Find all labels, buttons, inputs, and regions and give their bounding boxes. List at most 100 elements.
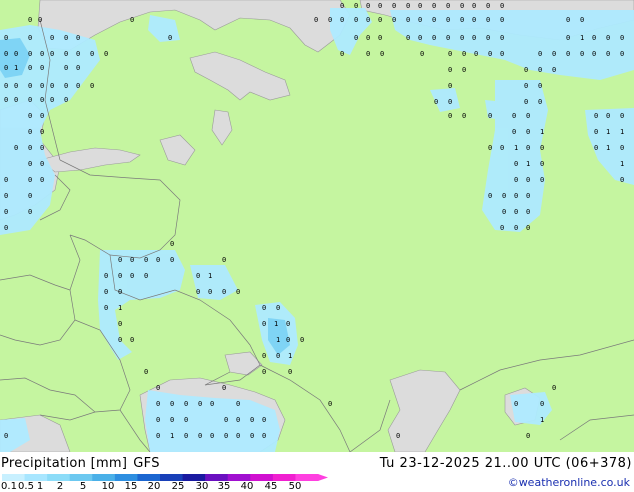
svg-text:0: 0 bbox=[14, 96, 18, 104]
svg-text:0: 0 bbox=[538, 82, 542, 90]
svg-text:0: 0 bbox=[606, 112, 610, 120]
svg-text:0: 0 bbox=[64, 64, 68, 72]
svg-text:0: 0 bbox=[396, 432, 400, 440]
svg-text:0: 0 bbox=[538, 50, 542, 58]
svg-text:0: 0 bbox=[118, 336, 122, 344]
svg-text:0: 0 bbox=[448, 66, 452, 74]
svg-text:0: 0 bbox=[340, 50, 344, 58]
svg-text:0: 0 bbox=[224, 416, 228, 424]
svg-text:0: 0 bbox=[262, 368, 266, 376]
svg-text:0: 0 bbox=[90, 82, 94, 90]
ladoga bbox=[159, 134, 196, 166]
svg-text:0: 0 bbox=[500, 2, 504, 10]
svg-text:0: 0 bbox=[28, 160, 32, 168]
svg-text:0: 0 bbox=[366, 50, 370, 58]
svg-text:0: 0 bbox=[328, 400, 332, 408]
svg-text:0: 0 bbox=[40, 82, 44, 90]
svg-text:0: 0 bbox=[262, 416, 266, 424]
scale-swatch bbox=[24, 474, 48, 481]
svg-text:0: 0 bbox=[4, 176, 8, 184]
precipitation-map: 00 00000 000000000 010000 00000000 00000… bbox=[0, 0, 634, 452]
svg-text:0: 0 bbox=[76, 50, 80, 58]
svg-text:0: 0 bbox=[222, 288, 226, 296]
svg-text:0: 0 bbox=[460, 2, 464, 10]
svg-text:0: 0 bbox=[90, 50, 94, 58]
svg-text:0: 0 bbox=[448, 98, 452, 106]
svg-text:1: 1 bbox=[620, 128, 624, 136]
svg-text:0: 0 bbox=[156, 256, 160, 264]
svg-text:0: 0 bbox=[286, 336, 290, 344]
precip-belarus bbox=[98, 250, 185, 360]
svg-text:0: 0 bbox=[540, 400, 544, 408]
scale-swatch bbox=[227, 474, 251, 481]
svg-text:1: 1 bbox=[540, 128, 544, 136]
scale-swatch bbox=[47, 474, 71, 481]
svg-text:0: 0 bbox=[184, 432, 188, 440]
svg-text:0: 0 bbox=[4, 96, 8, 104]
svg-text:0: 0 bbox=[262, 432, 266, 440]
svg-text:0: 0 bbox=[540, 160, 544, 168]
svg-text:0: 0 bbox=[538, 66, 542, 74]
scale-swatch bbox=[137, 474, 161, 481]
scale-swatch bbox=[114, 474, 138, 481]
svg-text:0: 0 bbox=[28, 34, 32, 42]
svg-text:0: 0 bbox=[474, 50, 478, 58]
svg-text:0: 0 bbox=[118, 320, 122, 328]
svg-text:0: 0 bbox=[512, 128, 516, 136]
azov-sea bbox=[224, 351, 263, 376]
svg-text:0: 0 bbox=[64, 96, 68, 104]
svg-text:0: 0 bbox=[76, 34, 80, 42]
svg-text:0: 0 bbox=[472, 2, 476, 10]
svg-text:1: 1 bbox=[526, 160, 530, 168]
svg-text:0: 0 bbox=[512, 112, 516, 120]
svg-text:0: 0 bbox=[300, 336, 304, 344]
svg-text:0: 0 bbox=[50, 96, 54, 104]
svg-text:0: 0 bbox=[448, 82, 452, 90]
scale-arrow bbox=[318, 474, 328, 481]
svg-text:0: 0 bbox=[432, 34, 436, 42]
valid-time: Tu 23-12-2025 21..00 UTC (06+378) bbox=[379, 456, 632, 471]
svg-text:0: 0 bbox=[104, 272, 108, 280]
svg-text:0: 0 bbox=[552, 50, 556, 58]
svg-text:0: 0 bbox=[14, 82, 18, 90]
svg-text:0: 0 bbox=[552, 66, 556, 74]
svg-text:0: 0 bbox=[462, 112, 466, 120]
svg-text:0: 0 bbox=[144, 368, 148, 376]
scale-label: 45 bbox=[264, 481, 278, 492]
svg-text:0: 0 bbox=[392, 16, 396, 24]
svg-text:0: 0 bbox=[500, 144, 504, 152]
svg-text:0: 0 bbox=[488, 192, 492, 200]
svg-text:0: 0 bbox=[486, 16, 490, 24]
svg-text:0: 0 bbox=[4, 64, 8, 72]
svg-text:0: 0 bbox=[378, 34, 382, 42]
svg-text:0: 0 bbox=[40, 50, 44, 58]
scale-swatch bbox=[92, 474, 116, 481]
svg-text:0: 0 bbox=[4, 82, 8, 90]
svg-text:0: 0 bbox=[580, 16, 584, 24]
svg-text:0: 0 bbox=[14, 50, 18, 58]
svg-text:0: 0 bbox=[524, 82, 528, 90]
svg-text:0: 0 bbox=[64, 50, 68, 58]
svg-text:1: 1 bbox=[276, 336, 280, 344]
scale-label: 0.1 bbox=[1, 481, 17, 492]
svg-text:0: 0 bbox=[156, 416, 160, 424]
svg-text:0: 0 bbox=[40, 64, 44, 72]
svg-text:0: 0 bbox=[28, 50, 32, 58]
svg-text:0: 0 bbox=[28, 128, 32, 136]
svg-text:0: 0 bbox=[446, 34, 450, 42]
svg-text:0: 0 bbox=[170, 416, 174, 424]
svg-text:1: 1 bbox=[540, 416, 544, 424]
svg-text:0: 0 bbox=[540, 144, 544, 152]
svg-text:0: 0 bbox=[28, 112, 32, 120]
scale-label: 2 bbox=[56, 481, 64, 492]
svg-text:0: 0 bbox=[340, 16, 344, 24]
svg-text:0: 0 bbox=[210, 432, 214, 440]
scale-swatch bbox=[250, 474, 274, 481]
map-canvas: 00 00000 000000000 010000 00000000 00000… bbox=[0, 0, 634, 452]
svg-text:0: 0 bbox=[196, 272, 200, 280]
svg-text:0: 0 bbox=[540, 176, 544, 184]
credit-link[interactable]: ©weatheronline.co.uk bbox=[508, 476, 630, 489]
svg-text:0: 0 bbox=[28, 16, 32, 24]
svg-text:1: 1 bbox=[14, 64, 18, 72]
svg-text:0: 0 bbox=[130, 272, 134, 280]
